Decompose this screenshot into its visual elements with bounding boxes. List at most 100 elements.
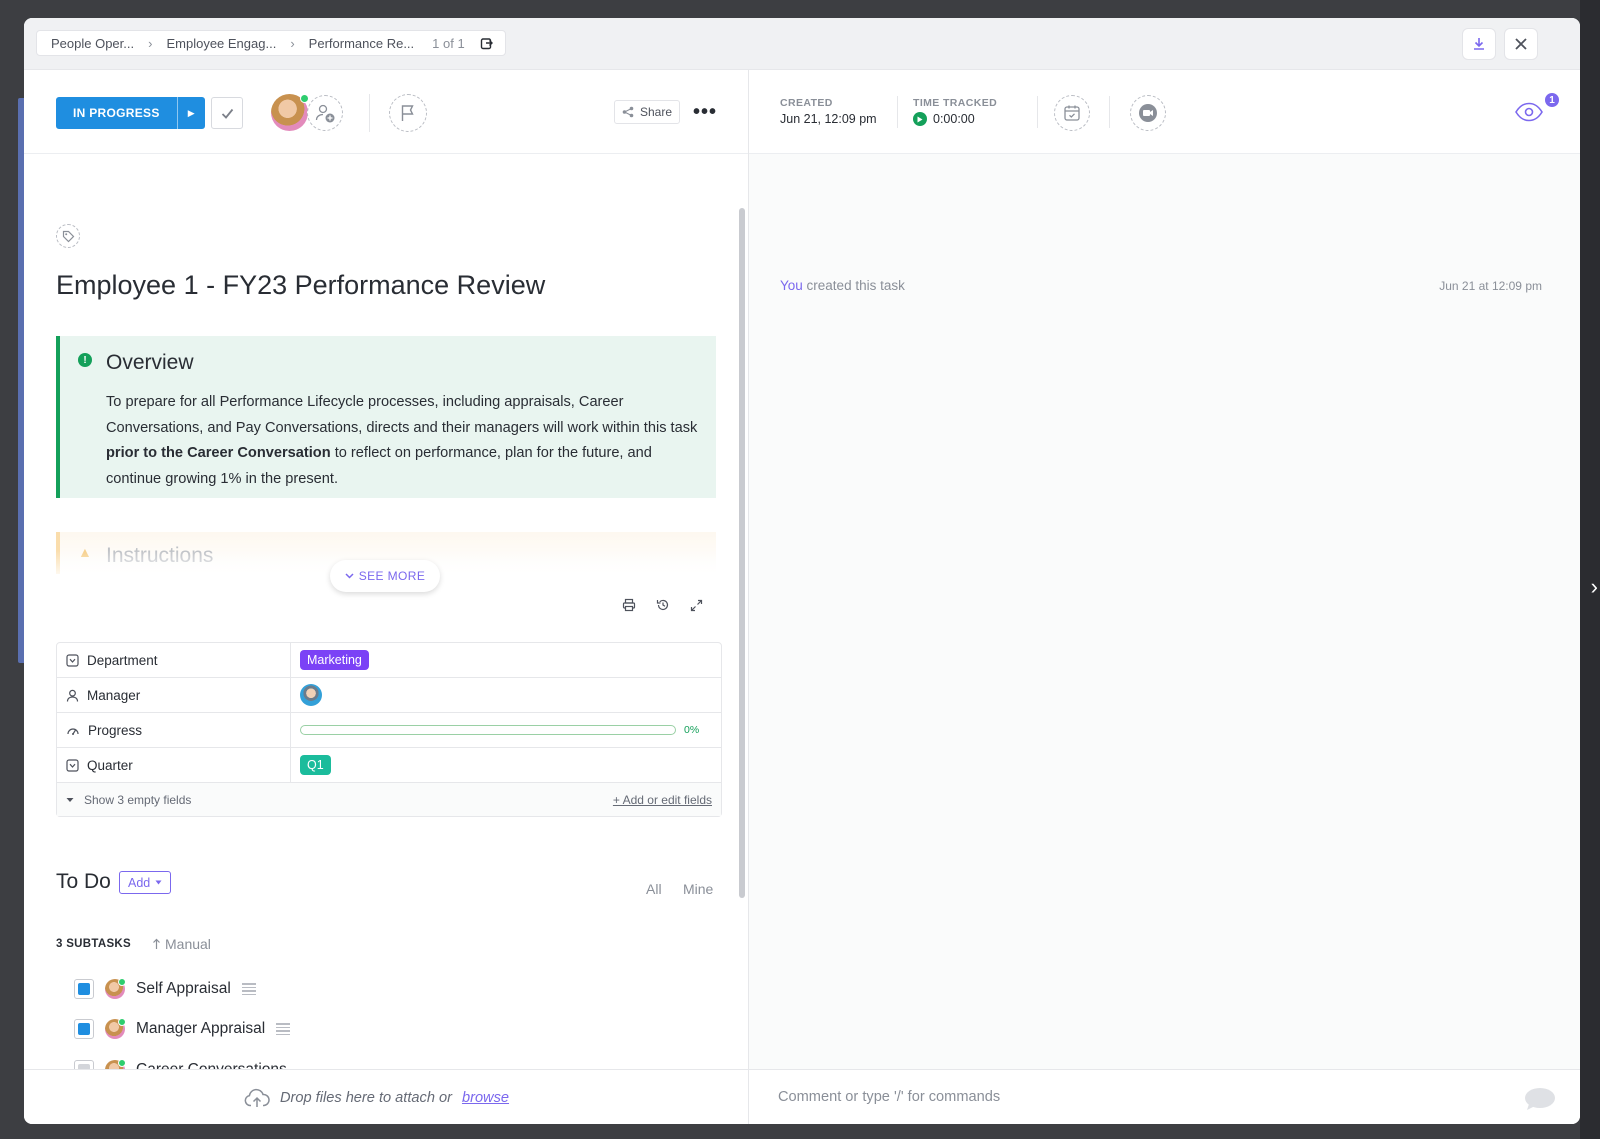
subtask-row[interactable]: Manager Appraisal	[74, 1014, 291, 1044]
content-scrollbar[interactable]	[739, 208, 745, 898]
show-empty-fields-toggle[interactable]: Show 3 empty fields	[66, 793, 191, 807]
add-label: Add	[128, 875, 151, 890]
online-status-dot	[118, 978, 126, 986]
caret-down-icon	[155, 880, 162, 885]
status-color-swatch	[78, 983, 90, 995]
add-todo-button[interactable]: Add	[119, 871, 172, 894]
activity-action: created this task	[806, 278, 905, 293]
description-icon	[276, 1023, 291, 1035]
field-row-progress: Progress 0%	[57, 713, 721, 748]
activity-timestamp: Jun 21 at 12:09 pm	[1439, 279, 1542, 293]
record-video-button[interactable]	[1130, 95, 1166, 131]
department-pill[interactable]: Marketing	[300, 650, 369, 670]
subtask-status-checkbox[interactable]	[74, 1019, 94, 1039]
status-color-swatch	[78, 1023, 90, 1035]
time-tracked-value: 0:00:00	[933, 112, 975, 126]
description-icon	[241, 983, 256, 995]
dropdown-field-icon	[66, 758, 79, 772]
subtask-status-checkbox[interactable]	[74, 979, 94, 999]
created-label: CREATED	[780, 97, 833, 109]
chevron-right-icon: ›	[290, 35, 295, 51]
add-assignee-button[interactable]	[307, 95, 343, 131]
breadcrumb-item-space[interactable]: People Oper...	[47, 36, 138, 51]
watchers-button[interactable]	[1512, 96, 1546, 128]
close-button[interactable]	[1504, 28, 1538, 60]
field-label-cell: Department	[57, 643, 291, 677]
todo-section-title: To Do	[56, 870, 111, 893]
more-options-icon[interactable]: •••	[692, 100, 718, 124]
field-row-quarter: Quarter Q1	[57, 748, 721, 783]
history-icon[interactable]	[654, 596, 672, 614]
dropdown-field-icon	[66, 653, 79, 667]
next-task-arrow-icon[interactable]: ›	[1591, 574, 1598, 600]
watchers-count-badge: 1	[1544, 92, 1560, 108]
priority-button[interactable]	[389, 94, 427, 132]
field-row-manager: Manager	[57, 678, 721, 713]
progress-percent: 0%	[684, 724, 700, 736]
field-label-cell: Quarter	[57, 748, 291, 782]
quarter-pill[interactable]: Q1	[300, 755, 331, 775]
bottom-bar: Drop files here to attach or browse Comm…	[24, 1069, 1580, 1124]
overview-body[interactable]: To prepare for all Performance Lifecycle…	[106, 390, 706, 492]
subtask-assignee-avatar[interactable]	[105, 978, 126, 999]
field-value-cell[interactable]: Q1	[291, 748, 721, 782]
share-button[interactable]: Share	[614, 100, 681, 124]
task-title[interactable]: Employee 1 - FY23 Performance Review	[56, 270, 545, 301]
time-tracker[interactable]: 0:00:00	[913, 112, 975, 126]
see-more-button[interactable]: SEE MORE	[330, 560, 440, 592]
attachment-drop-zone[interactable]: Drop files here to attach or browse	[244, 1070, 509, 1124]
breadcrumb-item-list[interactable]: Performance Re...	[305, 36, 419, 51]
subtask-name[interactable]: Self Appraisal	[136, 980, 231, 998]
video-camera-icon	[1139, 104, 1157, 122]
add-edit-fields-link[interactable]: + Add or edit fields	[613, 793, 712, 807]
field-label: Quarter	[87, 757, 133, 773]
add-tag-icon[interactable]	[56, 224, 80, 248]
move-task-icon[interactable]	[479, 35, 495, 51]
meta-divider	[1037, 96, 1038, 128]
subtask-row[interactable]: Self Appraisal	[74, 974, 256, 1004]
subtasks-count: 3 SUBTASKS	[56, 938, 131, 950]
status-label[interactable]: IN PROGRESS	[56, 97, 177, 129]
subtask-name[interactable]: Manager Appraisal	[136, 1020, 265, 1038]
status-button[interactable]: IN PROGRESS ▶	[56, 97, 205, 129]
cloud-upload-icon	[244, 1088, 270, 1107]
complete-task-button[interactable]	[211, 97, 243, 129]
field-label: Progress	[88, 722, 143, 738]
online-status-dot	[118, 1059, 126, 1067]
arrow-up-icon	[153, 938, 160, 949]
show-empty-fields-label: Show 3 empty fields	[84, 792, 192, 807]
activity-actor[interactable]: You	[780, 278, 803, 293]
caret-down-icon	[66, 797, 74, 802]
overview-title: Overview	[106, 351, 194, 374]
comment-bubble-icon[interactable]	[1524, 1087, 1556, 1116]
due-date-button[interactable]	[1054, 95, 1090, 131]
filter-mine[interactable]: Mine	[683, 881, 713, 897]
bottom-divider	[748, 1070, 749, 1124]
share-icon	[622, 106, 634, 118]
field-value-cell[interactable]: Marketing	[291, 643, 721, 677]
play-icon[interactable]	[913, 112, 927, 126]
manager-avatar[interactable]	[300, 684, 322, 706]
created-value: Jun 21, 12:09 pm	[780, 112, 877, 126]
sort-button[interactable]: Manual	[152, 936, 211, 952]
field-value-cell[interactable]	[291, 678, 721, 712]
minimize-button[interactable]	[1462, 28, 1496, 60]
breadcrumb-item-folder[interactable]: Employee Engag...	[162, 36, 280, 51]
task-toolbar: IN PROGRESS ▶ Share •••	[24, 70, 748, 154]
task-modal: People Oper... › Employee Engag... › Per…	[24, 18, 1580, 1124]
task-count: 1 of 1	[432, 35, 465, 51]
expand-icon[interactable]	[687, 596, 705, 614]
info-icon: !	[78, 353, 92, 367]
print-icon[interactable]	[620, 596, 638, 614]
filter-all[interactable]: All	[646, 881, 662, 897]
comment-input[interactable]: Comment or type '/' for commands	[778, 1089, 1000, 1105]
subtask-assignee-avatar[interactable]	[105, 1018, 126, 1039]
activity-pane: CREATED Jun 21, 12:09 pm TIME TRACKED 0:…	[749, 70, 1580, 1070]
fields-footer: Show 3 empty fields + Add or edit fields	[57, 783, 721, 816]
add-user-icon	[315, 104, 335, 123]
online-status-dot	[118, 1018, 126, 1026]
overview-bold-text: prior to the Career Conversation	[106, 445, 331, 462]
next-status-icon[interactable]: ▶	[176, 97, 205, 129]
browse-link[interactable]: browse	[462, 1090, 509, 1106]
activity-item: You created this task	[780, 278, 905, 293]
